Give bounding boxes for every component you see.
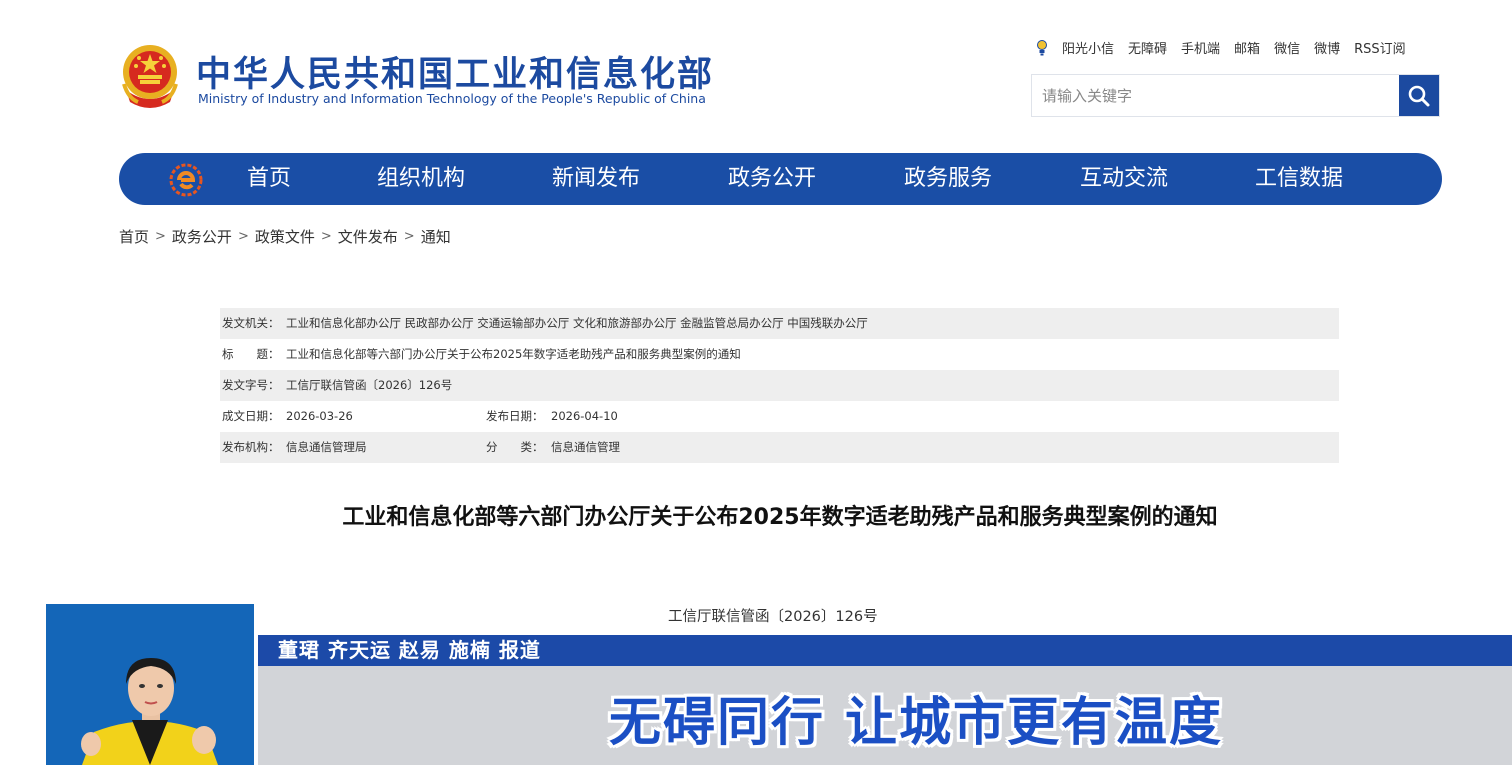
breadcrumb-public-affairs[interactable]: 政务公开: [172, 226, 232, 247]
breadcrumb-doc-release[interactable]: 文件发布: [338, 226, 398, 247]
search-input[interactable]: [1032, 75, 1400, 116]
site-title-cn[interactable]: 中华人民共和国工业和信息化部: [196, 46, 714, 97]
nav-item-home[interactable]: 首页: [247, 153, 291, 205]
toplink-mobile[interactable]: 手机端: [1181, 38, 1220, 57]
org-label: 发布机构：: [222, 440, 280, 454]
reporter-credit-bar: 董珺 齐天运 赵易 施楠 报道: [258, 635, 1512, 666]
breadcrumb-notice[interactable]: 通知: [421, 226, 451, 247]
issuer-label: 发文机关：: [222, 316, 280, 330]
top-links: 阳光小信 无障碍 手机端 邮箱 微信 微博 RSS订阅: [1036, 38, 1406, 57]
issuer-value: 工业和信息化部办公厅 民政部办公厅 交通运输部办公厅 文化和旅游部办公厅 金融监…: [286, 316, 868, 330]
toplink-sunshine[interactable]: 阳光小信: [1062, 38, 1114, 57]
breadcrumb-policy-docs[interactable]: 政策文件: [255, 226, 315, 247]
search-button[interactable]: [1399, 75, 1439, 116]
nav-item-public-affairs[interactable]: 政务公开: [728, 153, 816, 205]
nav-item-gov-services[interactable]: 政务服务: [904, 153, 992, 205]
docno-label: 发文字号：: [222, 378, 280, 392]
info-row-dates: 成文日期： 2026-03-26 发布日期： 2026-04-10: [220, 401, 1339, 432]
org-value: 信息通信管理局: [286, 440, 367, 454]
miit-logo-icon[interactable]: [169, 163, 203, 197]
doc-info-table: 发文机关： 工业和信息化部办公厅 民政部办公厅 交通运输部办公厅 文化和旅游部办…: [220, 308, 1339, 463]
toplink-mailbox[interactable]: 邮箱: [1234, 38, 1260, 57]
toplink-wechat[interactable]: 微信: [1274, 38, 1300, 57]
chevron-right-icon: >: [403, 229, 415, 244]
reporter-credit: 董珺 齐天运 赵易 施楠 报道: [278, 638, 541, 662]
national-emblem-icon[interactable]: [118, 42, 182, 110]
info-row-issuer: 发文机关： 工业和信息化部办公厅 民政部办公厅 交通运输部办公厅 文化和旅游部办…: [220, 308, 1339, 339]
main-nav: 首页 组织机构 新闻发布 政务公开 政务服务 互动交流 工信数据: [119, 153, 1442, 205]
title-value: 工业和信息化部等六部门办公厅关于公布2025年数字适老助残产品和服务典型案例的通…: [286, 347, 741, 361]
site-header: 中华人民共和国工业和信息化部 Ministry of Industry and …: [0, 0, 1512, 150]
category-value: 信息通信管理: [551, 440, 620, 454]
toplink-accessibility[interactable]: 无障碍: [1128, 38, 1167, 57]
published-label: 发布日期：: [486, 409, 544, 423]
breadcrumb: 首页 > 政务公开 > 政策文件 > 文件发布 > 通知: [119, 226, 451, 247]
site-title-en: Ministry of Industry and Information Tec…: [198, 91, 706, 106]
docno-value: 工信厅联信管函〔2026〕126号: [286, 378, 453, 392]
nav-item-news[interactable]: 新闻发布: [552, 153, 640, 205]
chevron-right-icon: >: [155, 229, 166, 244]
broadcast-headline: 无碍同行 让城市更有温度: [608, 693, 1224, 753]
info-row-org: 发布机构： 信息通信管理局 分 类： 信息通信管理: [220, 432, 1339, 463]
search-box: [1031, 74, 1440, 117]
category-label: 分 类：: [486, 440, 544, 454]
published-value: 2026-04-10: [551, 409, 618, 423]
chevron-right-icon: >: [320, 229, 332, 244]
search-icon: [1408, 85, 1430, 106]
info-row-docno: 发文字号： 工信厅联信管函〔2026〕126号: [220, 370, 1339, 401]
chevron-right-icon: >: [237, 229, 249, 244]
title-label: 标 题：: [222, 347, 280, 361]
info-row-title: 标 题： 工业和信息化部等六部门办公厅关于公布2025年数字适老助残产品和服务典…: [220, 339, 1339, 370]
toplink-weibo[interactable]: 微博: [1314, 38, 1340, 57]
lightbulb-icon: [1037, 39, 1047, 55]
nav-item-organization[interactable]: 组织机构: [377, 153, 465, 205]
created-label: 成文日期：: [222, 409, 280, 423]
nav-item-interaction[interactable]: 互动交流: [1080, 153, 1168, 205]
document-number: 工信厅联信管函〔2026〕126号: [668, 609, 878, 625]
breadcrumb-home[interactable]: 首页: [119, 226, 149, 247]
document-title: 工业和信息化部等六部门办公厅关于公布2025年数字适老助残产品和服务典型案例的通…: [342, 505, 1218, 530]
created-value: 2026-03-26: [286, 409, 353, 423]
nav-item-data[interactable]: 工信数据: [1255, 153, 1343, 205]
toplink-rss[interactable]: RSS订阅: [1354, 38, 1406, 57]
